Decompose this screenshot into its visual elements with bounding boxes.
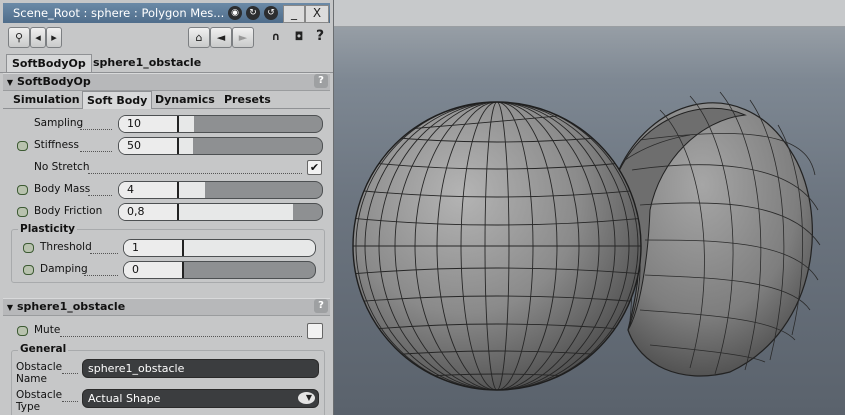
body-mass-row: Body Mass 4 [0, 180, 333, 200]
obstacle-name-label: Obstacle Name [16, 361, 63, 385]
damping-label: Damping [40, 263, 88, 275]
obstacle-section-header[interactable]: ▼ sphere1_obstacle ? [3, 298, 330, 316]
obstacle-name-value: sphere1_obstacle [88, 362, 185, 375]
close-button[interactable]: X [305, 5, 329, 23]
stiffness-label: Stiffness [34, 139, 79, 151]
back-arrow-icon[interactable]: ◄ [210, 27, 232, 48]
leader-dots [60, 325, 302, 337]
mute-row: Mute [0, 321, 333, 341]
threshold-row: Threshold 1 [0, 238, 333, 258]
leader-dots [80, 118, 112, 130]
no-stretch-checkbox[interactable]: ✔ [307, 160, 322, 175]
body-friction-field[interactable]: 0,8 [119, 204, 179, 220]
leader-dots [88, 162, 302, 174]
tab-simulation[interactable]: Simulation [9, 91, 84, 108]
lock-icon[interactable]: ◉ [228, 6, 242, 20]
body-mass-slider[interactable]: 4 [118, 181, 323, 199]
animation-icon[interactable] [17, 141, 28, 151]
property-editor: Scene_Root : sphere : Polygon Mes... ◉ ↻… [0, 0, 334, 415]
sampling-field[interactable]: 10 [119, 116, 179, 132]
help-icon[interactable]: ? [311, 27, 329, 46]
sampling-slider[interactable]: 10 [118, 115, 323, 133]
tab-sphere1-obstacle[interactable]: sphere1_obstacle [88, 54, 206, 71]
general-title: General [18, 343, 69, 355]
obstacle-type-label: Obstacle Type [16, 389, 63, 413]
mute-checkbox[interactable] [307, 323, 323, 339]
section-title: SoftBodyOp [17, 75, 91, 88]
body-friction-label: Body Friction [34, 205, 103, 217]
home-icon[interactable]: ⌂ [188, 27, 210, 48]
leader-dots [90, 242, 118, 254]
threshold-field[interactable]: 1 [124, 240, 184, 256]
next-button[interactable]: ▸ [46, 27, 62, 48]
damping-field[interactable]: 0 [124, 262, 184, 278]
stiffness-slider[interactable]: 50 [118, 137, 323, 155]
body-friction-slider[interactable]: 0,8 [118, 203, 323, 221]
window-title: Scene_Root : sphere : Polygon Mes... [13, 6, 225, 20]
animation-icon[interactable] [17, 326, 28, 336]
key-search-icon[interactable]: ⚲ [8, 27, 30, 48]
leader-dots [62, 390, 78, 402]
threshold-value: 1 [132, 241, 139, 254]
viewport-scene[interactable] [334, 0, 845, 415]
3d-viewport[interactable] [334, 0, 845, 415]
no-stretch-row: No Stretch ✔ [0, 158, 333, 178]
body-mass-label: Body Mass [34, 183, 91, 195]
animation-icon[interactable] [17, 207, 28, 217]
obstacle-sphere[interactable] [340, 72, 650, 391]
stiffness-field[interactable]: 50 [119, 138, 179, 154]
softbodyop-section-header[interactable]: ▼ SoftBodyOp ? [3, 73, 330, 91]
sampling-value: 10 [127, 117, 141, 130]
sampling-label: Sampling [34, 117, 84, 129]
leader-dots [88, 184, 112, 196]
obstacle-name-field[interactable]: sphere1_obstacle [82, 359, 319, 378]
leader-dots [80, 140, 112, 152]
bucket-icon[interactable]: ◘ [289, 27, 309, 46]
softbody-subtabs: Simulation Soft Body Dynamics Presets [3, 90, 330, 109]
threshold-slider[interactable]: 1 [123, 239, 316, 257]
obstacle-type-value: Actual Shape [88, 392, 161, 405]
stiffness-row: Stiffness 50 [0, 136, 333, 156]
body-friction-value: 0,8 [127, 205, 145, 218]
threshold-label: Threshold [40, 241, 92, 253]
no-stretch-label: No Stretch [34, 161, 90, 173]
tab-soft-body[interactable]: Soft Body [82, 91, 153, 109]
animation-icon[interactable] [23, 265, 34, 275]
leader-dots [62, 362, 78, 374]
refresh-icon[interactable]: ↻ [246, 6, 260, 20]
damping-slider[interactable]: 0 [123, 261, 316, 279]
tab-dynamics[interactable]: Dynamics [151, 91, 219, 108]
body-mass-field[interactable]: 4 [119, 182, 179, 198]
panel-toolbar: ⚲ ◂ ▸ ⌂ ◄ ► ∩ ◘ ? [0, 25, 333, 51]
top-tabs: SoftBodyOp sphere1_obstacle [0, 52, 333, 73]
obstacle-type-dropdown[interactable]: Actual Shape ▼ [82, 389, 319, 408]
tab-softbodyop[interactable]: SoftBodyOp [6, 54, 92, 72]
sampling-row: Sampling 10 [0, 114, 333, 134]
tab-presets[interactable]: Presets [220, 91, 275, 108]
collapse-arrow-icon[interactable]: ▼ [3, 300, 17, 316]
damping-row: Damping 0 [0, 260, 333, 280]
recycle-icon[interactable]: ↺ [264, 6, 278, 20]
help-icon[interactable]: ? [314, 74, 328, 88]
section-title: sphere1_obstacle [17, 300, 126, 313]
body-mass-value: 4 [127, 183, 134, 196]
leader-dots [84, 264, 118, 276]
mute-label: Mute [34, 324, 61, 336]
magnet-icon[interactable]: ∩ [266, 27, 286, 46]
collapse-arrow-icon[interactable]: ▼ [3, 75, 17, 91]
body-friction-row: Body Friction 0,8 [0, 202, 333, 222]
plasticity-title: Plasticity [18, 223, 77, 235]
chevron-down-icon[interactable]: ▼ [298, 392, 315, 404]
help-icon[interactable]: ? [314, 299, 328, 313]
forward-arrow-icon[interactable]: ► [232, 27, 254, 48]
prev-button[interactable]: ◂ [30, 27, 46, 48]
animation-icon[interactable] [17, 185, 28, 195]
softbody-sphere[interactable] [611, 91, 821, 377]
animation-icon[interactable] [23, 243, 34, 253]
stiffness-value: 50 [127, 139, 141, 152]
window-titlebar[interactable]: Scene_Root : sphere : Polygon Mes... ◉ ↻… [3, 3, 330, 23]
minimize-button[interactable]: _ [283, 5, 305, 23]
damping-value: 0 [132, 263, 139, 276]
